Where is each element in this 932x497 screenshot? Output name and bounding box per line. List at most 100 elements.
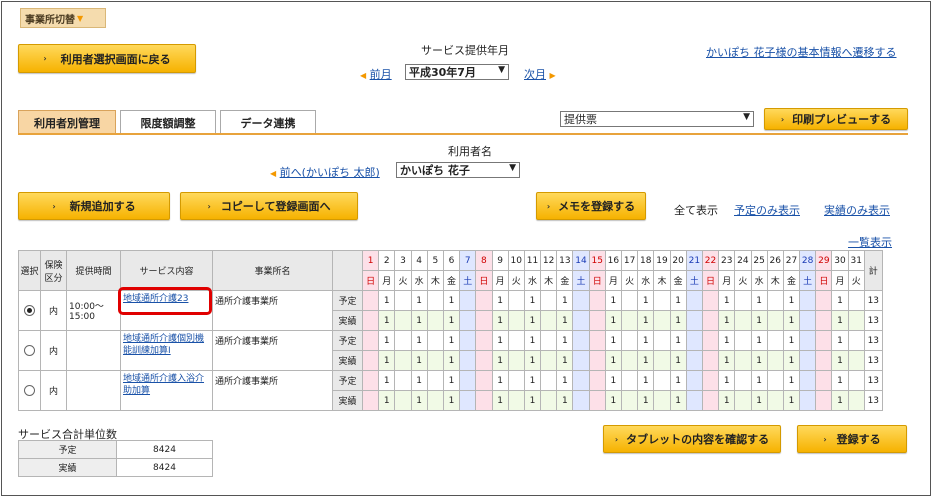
day-cell[interactable] xyxy=(685,370,703,391)
day-cell[interactable] xyxy=(815,390,833,411)
day-cell[interactable]: 1 xyxy=(442,310,461,331)
day-cell[interactable] xyxy=(734,350,752,371)
day-cell[interactable] xyxy=(507,330,525,351)
day-cell[interactable] xyxy=(572,390,590,411)
print-type-select[interactable]: 提供票 ▼ xyxy=(560,111,754,127)
day-cell[interactable]: 1 xyxy=(410,390,428,411)
day-cell[interactable]: 1 xyxy=(442,350,461,371)
day-cell[interactable] xyxy=(361,370,380,391)
day-cell[interactable] xyxy=(540,310,558,331)
day-cell[interactable]: 1 xyxy=(669,290,687,311)
day-cell[interactable]: 1 xyxy=(637,310,655,331)
day-cell[interactable]: 1 xyxy=(831,330,849,351)
day-cell[interactable] xyxy=(361,390,380,411)
day-cell[interactable] xyxy=(459,350,477,371)
day-cell[interactable] xyxy=(507,370,525,391)
day-cell[interactable] xyxy=(815,350,833,371)
day-cell[interactable] xyxy=(572,350,590,371)
day-cell[interactable]: 1 xyxy=(831,350,849,371)
day-cell[interactable] xyxy=(459,310,477,331)
day-cell[interactable] xyxy=(426,390,444,411)
user-name-select[interactable]: かいぽち 花子 ▼ xyxy=(396,162,520,178)
day-cell[interactable] xyxy=(507,390,525,411)
day-cell[interactable] xyxy=(540,390,558,411)
day-cell[interactable] xyxy=(572,290,590,311)
day-cell[interactable]: 1 xyxy=(637,330,655,351)
day-cell[interactable] xyxy=(815,290,833,311)
day-cell[interactable]: 1 xyxy=(523,330,542,351)
day-cell[interactable]: 1 xyxy=(831,310,849,331)
day-cell[interactable] xyxy=(361,330,380,351)
day-cell[interactable]: 1 xyxy=(378,350,396,371)
day-cell[interactable]: 1 xyxy=(523,310,542,331)
day-cell[interactable]: 1 xyxy=(523,370,542,391)
day-cell[interactable] xyxy=(475,390,493,411)
day-cell[interactable]: 1 xyxy=(556,310,574,331)
day-cell[interactable] xyxy=(540,370,558,391)
day-cell[interactable]: 1 xyxy=(410,330,428,351)
day-cell[interactable] xyxy=(653,390,671,411)
day-cell[interactable]: 1 xyxy=(750,290,768,311)
day-cell[interactable]: 1 xyxy=(556,290,574,311)
day-cell[interactable] xyxy=(653,290,671,311)
day-cell[interactable] xyxy=(588,290,606,311)
day-cell[interactable]: 1 xyxy=(750,390,768,411)
day-cell[interactable]: 1 xyxy=(378,290,396,311)
day-cell[interactable] xyxy=(588,330,606,351)
day-cell[interactable] xyxy=(475,350,493,371)
back-to-user-selection-button[interactable]: › 利用者選択画面に戻る xyxy=(18,44,196,73)
day-cell[interactable] xyxy=(847,310,865,331)
day-cell[interactable] xyxy=(588,390,606,411)
day-cell[interactable] xyxy=(799,370,817,391)
day-cell[interactable] xyxy=(361,350,380,371)
day-cell[interactable]: 1 xyxy=(604,390,623,411)
day-cell[interactable]: 1 xyxy=(750,370,768,391)
row-select-radio[interactable] xyxy=(24,385,35,396)
day-cell[interactable]: 1 xyxy=(410,350,428,371)
office-switch[interactable]: 事業所切替 ▼ xyxy=(20,8,106,28)
day-cell[interactable] xyxy=(799,290,817,311)
day-cell[interactable] xyxy=(847,330,865,351)
day-cell[interactable] xyxy=(766,290,784,311)
print-preview-button[interactable]: › 印刷プレビューする xyxy=(764,108,908,130)
tab-data-link[interactable]: データ連携 xyxy=(220,110,316,134)
day-cell[interactable] xyxy=(620,310,639,331)
day-cell[interactable] xyxy=(540,290,558,311)
day-cell[interactable]: 1 xyxy=(718,390,736,411)
day-cell[interactable]: 1 xyxy=(491,290,509,311)
day-cell[interactable]: 1 xyxy=(750,350,768,371)
day-cell[interactable] xyxy=(394,350,412,371)
prev-user-link[interactable]: ◀ 前へ(かいぽち 太郎) xyxy=(270,164,380,180)
day-cell[interactable] xyxy=(734,310,752,331)
day-cell[interactable] xyxy=(766,390,784,411)
day-cell[interactable]: 1 xyxy=(491,370,509,391)
day-cell[interactable] xyxy=(701,370,720,391)
day-cell[interactable] xyxy=(620,370,639,391)
day-cell[interactable] xyxy=(426,370,444,391)
day-cell[interactable] xyxy=(588,370,606,391)
day-cell[interactable] xyxy=(653,370,671,391)
day-cell[interactable] xyxy=(685,310,703,331)
day-cell[interactable] xyxy=(572,330,590,351)
day-cell[interactable] xyxy=(459,370,477,391)
register-memo-button[interactable]: › メモを登録する xyxy=(536,192,646,220)
day-cell[interactable]: 1 xyxy=(669,310,687,331)
day-cell[interactable]: 1 xyxy=(442,370,461,391)
row-select-radio[interactable] xyxy=(24,345,35,356)
service-month-select[interactable]: 平成30年7月 ▼ xyxy=(405,64,509,80)
day-cell[interactable]: 1 xyxy=(718,370,736,391)
day-cell[interactable] xyxy=(653,330,671,351)
day-cell[interactable]: 1 xyxy=(378,310,396,331)
day-cell[interactable]: 1 xyxy=(637,350,655,371)
day-cell[interactable]: 1 xyxy=(718,330,736,351)
day-cell[interactable] xyxy=(588,350,606,371)
day-cell[interactable] xyxy=(847,290,865,311)
day-cell[interactable] xyxy=(734,290,752,311)
copy-register-button[interactable]: › コピーして登録画面へ xyxy=(180,192,358,220)
day-cell[interactable]: 1 xyxy=(718,310,736,331)
day-cell[interactable] xyxy=(701,330,720,351)
day-cell[interactable]: 1 xyxy=(831,370,849,391)
day-cell[interactable]: 1 xyxy=(378,330,396,351)
day-cell[interactable] xyxy=(459,330,477,351)
day-cell[interactable] xyxy=(847,350,865,371)
